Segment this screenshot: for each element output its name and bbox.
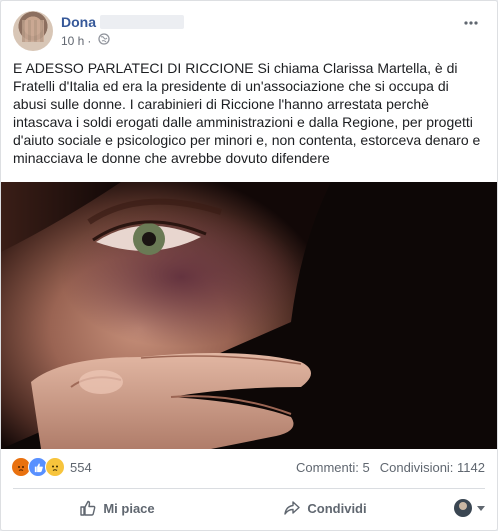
shares-count[interactable]: Condivisioni: 1142 [380,460,485,475]
thumbs-up-icon [79,499,97,517]
meta-separator: · [87,33,92,48]
feed-post: Dona 10 h · E ADESSO PARLATECI DI RICCIO… [0,0,498,531]
sad-reaction-icon[interactable] [45,457,65,477]
post-text: E ADESSO PARLATECI DI RICCIONE Si chiama… [13,60,481,166]
blurred-name [100,15,184,29]
post-timestamp[interactable]: 10 h [61,34,84,48]
share-button-label: Condividi [307,500,367,516]
action-divider [13,488,485,489]
post-meta: 10 h · [61,33,111,48]
globe-icon[interactable] [98,33,111,48]
reactions-bar: 554 Commenti: 5 Condivisioni: 1142 [11,456,485,478]
like-button-label: Mi piace [103,500,155,516]
share-button[interactable]: Condividi [221,493,429,523]
engagement-counts: Commenti: 5 Condivisioni: 1142 [296,460,485,475]
account-avatar [454,499,472,517]
share-icon [283,499,301,517]
author-row: Dona [61,13,184,31]
post-photo[interactable] [1,182,497,449]
post-header: Dona 10 h · [13,11,485,51]
comments-count[interactable]: Commenti: 5 [296,460,370,475]
author-avatar[interactable] [13,11,53,51]
post-actions: Mi piace Condividi [13,491,485,525]
reaction-count[interactable]: 554 [70,460,92,475]
like-button[interactable]: Mi piace [13,493,221,523]
author-name[interactable]: Dona [61,14,96,30]
account-switcher[interactable] [429,499,485,517]
more-options-icon[interactable] [461,13,481,33]
caret-down-icon [477,505,485,511]
